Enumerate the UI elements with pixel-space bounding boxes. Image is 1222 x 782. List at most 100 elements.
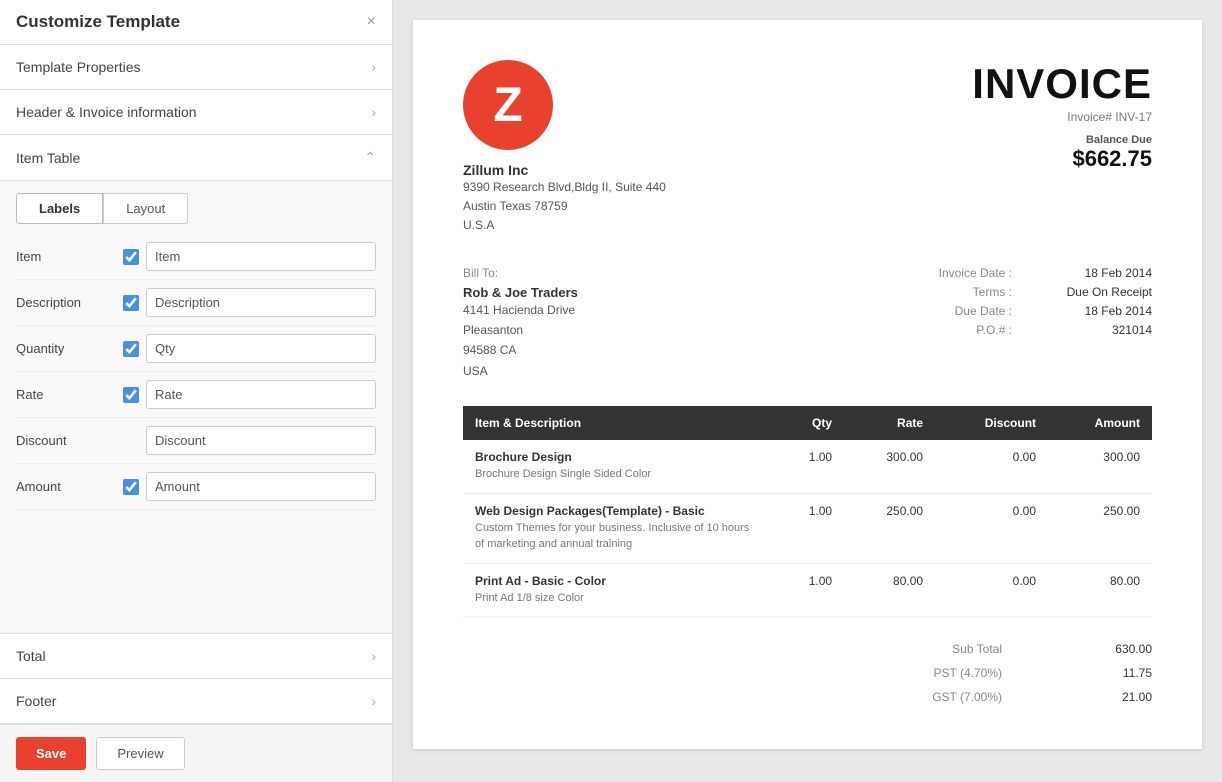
total-row: Sub Total 630.00: [902, 637, 1152, 661]
field-label-item: Item: [16, 249, 116, 264]
invoice-paper: Z Zillum Inc 9390 Research Blvd,Bldg II,…: [413, 20, 1202, 749]
item-name: Print Ad - Basic - Color: [475, 574, 761, 588]
detail-label: Due Date :: [912, 304, 1012, 318]
field-row-discount: Discount: [16, 418, 376, 464]
section-footer[interactable]: Footer ›: [0, 679, 392, 724]
left-panel: Customize Template × Template Properties…: [0, 0, 393, 782]
total-row: GST (7.00%) 21.00: [902, 685, 1152, 709]
save-button[interactable]: Save: [16, 737, 86, 770]
table-header-desc: Item & Description: [463, 406, 773, 440]
field-input-description[interactable]: [146, 288, 376, 317]
invoice-top: Z Zillum Inc 9390 Research Blvd,Bldg II,…: [463, 60, 1152, 236]
table-header-discount: Discount: [935, 406, 1048, 440]
close-button[interactable]: ×: [367, 13, 376, 31]
item-qty-cell: 1.00: [773, 440, 844, 493]
checkbox-description[interactable]: [123, 295, 139, 311]
field-label-rate: Rate: [16, 387, 116, 402]
tab-labels[interactable]: Labels: [16, 193, 103, 224]
detail-value: 18 Feb 2014: [1032, 304, 1152, 318]
field-input-wrap-rate: [146, 380, 376, 409]
item-desc: Brochure Design Single Sided Color: [475, 466, 761, 483]
item-qty-cell: 1.00: [773, 493, 844, 563]
right-panel: Z Zillum Inc 9390 Research Blvd,Bldg II,…: [393, 0, 1222, 782]
section-total[interactable]: Total ›: [0, 634, 392, 679]
invoice-table-body: Brochure Design Brochure Design Single Si…: [463, 440, 1152, 617]
field-input-wrap-amount: [146, 472, 376, 501]
field-input-item[interactable]: [146, 242, 376, 271]
field-checkbox-amount[interactable]: [116, 479, 146, 495]
checkbox-item[interactable]: [123, 249, 139, 265]
field-row-amount: Amount: [16, 464, 376, 510]
section-total-label: Total: [16, 648, 46, 664]
field-row-rate: Rate: [16, 372, 376, 418]
checkbox-amount[interactable]: [123, 479, 139, 495]
total-value: 630.00: [1072, 642, 1152, 656]
section-item-table[interactable]: Item Table ⌃: [0, 135, 392, 181]
field-input-amount[interactable]: [146, 472, 376, 501]
total-value: 11.75: [1072, 666, 1152, 680]
item-name: Brochure Design: [475, 450, 761, 464]
invoice-number: Invoice# INV-17: [972, 110, 1152, 124]
table-header-qty: Qty: [773, 406, 844, 440]
checkbox-quantity[interactable]: [123, 341, 139, 357]
item-rate-cell: 80.00: [844, 563, 935, 617]
detail-row: Invoice Date :18 Feb 2014: [912, 266, 1152, 280]
total-label: PST (4.70%): [902, 666, 1022, 680]
field-label-description: Description: [16, 295, 116, 310]
totals-block: Sub Total 630.00 PST (4.70%) 11.75 GST (7.00…: [463, 637, 1152, 709]
item-amount-cell: 300.00: [1048, 440, 1152, 493]
preview-button[interactable]: Preview: [96, 737, 184, 770]
field-input-quantity[interactable]: [146, 334, 376, 363]
company-info: Zillum Inc 9390 Research Blvd,Bldg II, S…: [463, 162, 666, 236]
company-block: Z Zillum Inc 9390 Research Blvd,Bldg II,…: [463, 60, 666, 236]
field-input-rate[interactable]: [146, 380, 376, 409]
detail-value: 321014: [1032, 323, 1152, 337]
field-input-discount[interactable]: [146, 426, 376, 455]
total-label: GST (7.00%): [902, 690, 1022, 704]
item-description-cell: Web Design Packages(Template) - BasicCus…: [463, 493, 773, 563]
item-rate-cell: 250.00: [844, 493, 935, 563]
field-rows: Item Description Quantity Rate Discount Amoun…: [0, 224, 392, 520]
field-label-amount: Amount: [16, 479, 116, 494]
detail-row: Due Date : 18 Feb 2014: [912, 304, 1152, 318]
field-checkbox-item[interactable]: [116, 249, 146, 265]
detail-label: Invoice Date :: [912, 266, 1012, 280]
company-name: Zillum Inc: [463, 162, 666, 178]
field-checkbox-description[interactable]: [116, 295, 146, 311]
table-header-amount: Amount: [1048, 406, 1152, 440]
panel-header: Customize Template ×: [0, 0, 392, 45]
table-header-row: Item & DescriptionQtyRateDiscountAmount: [463, 406, 1152, 440]
total-row: PST (4.70%) 11.75: [902, 661, 1152, 685]
bill-to-block: Bill To: Rob & Joe Traders 4141 Hacienda…: [463, 266, 578, 382]
item-name: Web Design Packages(Template) - Basic: [475, 504, 761, 518]
section-template-properties-label: Template Properties: [16, 59, 141, 75]
item-description-cell: Print Ad - Basic - ColorPrint Ad 1/8 siz…: [463, 563, 773, 617]
field-input-wrap-discount: [146, 426, 376, 455]
balance-due-amount: $662.75: [972, 146, 1152, 172]
section-header-invoice-label: Header & Invoice information: [16, 104, 197, 120]
tab-layout[interactable]: Layout: [103, 193, 188, 224]
field-checkbox-quantity[interactable]: [116, 341, 146, 357]
table-header-rate: Rate: [844, 406, 935, 440]
invoice-meta: Bill To: Rob & Joe Traders 4141 Hacienda…: [463, 266, 1152, 382]
field-checkbox-rate[interactable]: [116, 387, 146, 403]
chevron-right-icon: ›: [371, 59, 376, 75]
panel-footer: Save Preview: [0, 724, 392, 782]
detail-value: Due On Receipt: [1032, 285, 1152, 299]
item-discount-cell: 0.00: [935, 563, 1048, 617]
item-description-cell: Brochure Design Brochure Design Single Si…: [463, 440, 773, 493]
invoice-title-block: INVOICE Invoice# INV-17 Balance Due $662…: [972, 60, 1152, 172]
detail-row: P.O.# :321014: [912, 323, 1152, 337]
field-row-description: Description: [16, 280, 376, 326]
company-logo: Z: [463, 60, 553, 150]
field-row-quantity: Quantity: [16, 326, 376, 372]
section-template-properties[interactable]: Template Properties ›: [0, 45, 392, 90]
checkbox-rate[interactable]: [123, 387, 139, 403]
company-address: 9390 Research Blvd,Bldg II, Suite 440 Au…: [463, 178, 666, 236]
total-value: 21.00: [1072, 690, 1152, 704]
bill-to-label: Bill To:: [463, 266, 578, 280]
field-row-item: Item: [16, 234, 376, 280]
section-header-invoice[interactable]: Header & Invoice information ›: [0, 90, 392, 135]
table-row: Print Ad - Basic - ColorPrint Ad 1/8 siz…: [463, 563, 1152, 617]
total-label: Sub Total: [902, 642, 1022, 656]
